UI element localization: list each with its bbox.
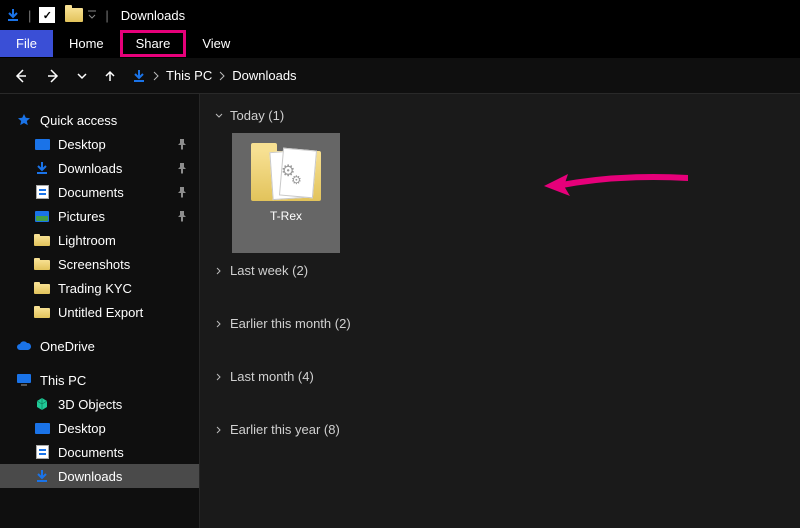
quick-access-group: Quick access Desktop Downloads Documents…	[0, 108, 199, 324]
separator: |	[28, 8, 31, 23]
sidebar-item-lightroom[interactable]: Lightroom	[0, 228, 199, 252]
sidebar-item-screenshots[interactable]: Screenshots	[0, 252, 199, 276]
cloud-icon	[16, 338, 32, 354]
group-earlier-this-month: Earlier this month (2)	[214, 312, 786, 335]
chevron-right-icon[interactable]	[152, 71, 160, 81]
tab-view[interactable]: View	[186, 30, 246, 57]
this-pc-group: This PC 3D Objects Desktop Documents Dow…	[0, 368, 199, 488]
chevron-right-icon	[214, 425, 224, 435]
sidebar-item-downloads[interactable]: Downloads	[0, 156, 199, 180]
picture-icon	[34, 208, 50, 224]
navigation-pane: Quick access Desktop Downloads Documents…	[0, 94, 200, 528]
address-breadcrumb[interactable]: This PC Downloads	[132, 68, 297, 83]
pin-icon	[177, 210, 187, 222]
folder-icon	[34, 256, 50, 272]
group-earlier-this-year: Earlier this year (8)	[214, 418, 786, 441]
client-area: Quick access Desktop Downloads Documents…	[0, 94, 800, 528]
sidebar-item-desktop[interactable]: Desktop	[0, 132, 199, 156]
qat-dropdown-icon[interactable]	[87, 9, 97, 21]
tab-file[interactable]: File	[0, 30, 53, 57]
folder-icon	[34, 280, 50, 296]
document-icon	[34, 444, 50, 460]
back-button[interactable]	[12, 67, 30, 85]
chevron-down-icon	[214, 111, 224, 121]
titlebar: | ✓ | Downloads	[0, 0, 800, 30]
breadcrumb-downloads[interactable]: Downloads	[232, 68, 296, 83]
sidebar-item-documents[interactable]: Documents	[0, 180, 199, 204]
folder-icon	[65, 8, 83, 22]
sidebar-item-desktop-pc[interactable]: Desktop	[0, 416, 199, 440]
star-icon	[16, 112, 32, 128]
download-icon	[34, 468, 50, 484]
tab-share[interactable]: Share	[120, 30, 187, 57]
pin-icon	[177, 138, 187, 150]
onedrive-group: OneDrive	[0, 334, 199, 358]
download-root-icon[interactable]	[132, 69, 146, 83]
group-last-week: Last week (2)	[214, 259, 786, 282]
sidebar-item-documents-pc[interactable]: Documents	[0, 440, 199, 464]
sidebar-item-downloads-pc[interactable]: Downloads	[0, 464, 199, 488]
file-item-label: T-Rex	[270, 209, 302, 223]
group-header-last-month[interactable]: Last month (4)	[214, 365, 786, 388]
desktop-icon	[34, 420, 50, 436]
window-title: Downloads	[121, 8, 185, 23]
app-icon	[6, 8, 20, 22]
download-icon	[34, 160, 50, 176]
sidebar-item-trading-kyc[interactable]: Trading KYC	[0, 276, 199, 300]
chevron-right-icon	[214, 266, 224, 276]
chevron-right-icon[interactable]	[218, 71, 226, 81]
this-pc-header[interactable]: This PC	[0, 368, 199, 392]
separator: |	[105, 8, 108, 23]
group-header-today[interactable]: Today (1)	[214, 104, 786, 127]
properties-icon[interactable]: ✓	[39, 7, 55, 23]
group-header-earlier-this-year[interactable]: Earlier this year (8)	[214, 418, 786, 441]
recent-locations-icon[interactable]	[76, 70, 88, 82]
quick-access-label: Quick access	[40, 113, 117, 128]
tab-home[interactable]: Home	[53, 30, 120, 57]
up-button[interactable]	[102, 68, 118, 84]
group-header-last-week[interactable]: Last week (2)	[214, 259, 786, 282]
chevron-right-icon	[214, 319, 224, 329]
group-today: Today (1) ⚙⚙ T-Rex	[214, 104, 786, 253]
folder-docs-icon: ⚙⚙	[251, 143, 321, 201]
document-icon	[34, 184, 50, 200]
sidebar-item-pictures[interactable]: Pictures	[0, 204, 199, 228]
pc-icon	[16, 372, 32, 388]
breadcrumb-this-pc[interactable]: This PC	[166, 68, 212, 83]
file-list[interactable]: Today (1) ⚙⚙ T-Rex Last week (2)	[200, 94, 800, 528]
desktop-icon	[34, 136, 50, 152]
sidebar-item-untitled-export[interactable]: Untitled Export	[0, 300, 199, 324]
pin-icon	[177, 186, 187, 198]
nav-toolbar: This PC Downloads	[0, 58, 800, 94]
folder-icon	[34, 304, 50, 320]
onedrive-header[interactable]: OneDrive	[0, 334, 199, 358]
quick-access-header[interactable]: Quick access	[0, 108, 199, 132]
group-today-items: ⚙⚙ T-Rex	[214, 127, 786, 253]
sidebar-item-3d-objects[interactable]: 3D Objects	[0, 392, 199, 416]
chevron-right-icon	[214, 372, 224, 382]
pin-icon	[177, 162, 187, 174]
cube-icon	[34, 396, 50, 412]
folder-icon	[34, 232, 50, 248]
forward-button[interactable]	[44, 67, 62, 85]
group-last-month: Last month (4)	[214, 365, 786, 388]
ribbon-tabs: File Home Share View	[0, 30, 800, 58]
group-header-earlier-this-month[interactable]: Earlier this month (2)	[214, 312, 786, 335]
file-item-t-rex[interactable]: ⚙⚙ T-Rex	[232, 133, 340, 253]
